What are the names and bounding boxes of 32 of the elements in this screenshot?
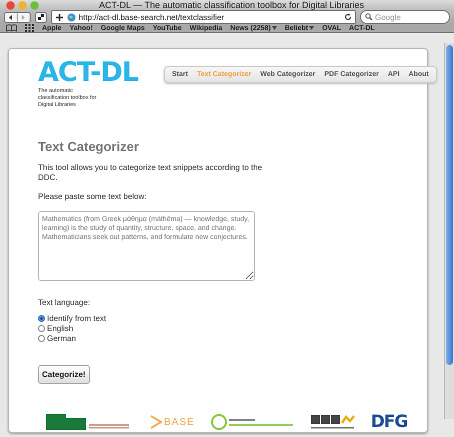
book-icon[interactable] [6, 24, 17, 32]
prompt-label: Please paste some text below: [38, 192, 148, 202]
address-field[interactable]: http://act-dl.base-search.net/textclassifier [50, 10, 356, 24]
globe-icon [66, 12, 76, 22]
back-forward-icon[interactable] [4, 12, 31, 22]
dropdown-arrow-icon[interactable] [272, 26, 277, 30]
radio-button[interactable] [38, 315, 45, 322]
window-title: ACT-DL — The automatic classification toolbox for Digital Libraries [98, 0, 366, 10]
department-logo[interactable] [210, 414, 295, 430]
page-heading: Text Categorizer [38, 139, 140, 154]
search-icon [365, 13, 373, 21]
url-text: http://act-dl.base-search.net/textclassifier [78, 12, 226, 22]
intro-text: This tool allows you to categorize text snippets according to the DDC. [38, 163, 264, 183]
add-icon[interactable] [54, 12, 64, 22]
radio-label[interactable]: English [47, 324, 74, 333]
asv-logo[interactable] [310, 414, 355, 430]
categorize-button[interactable]: Categorize! [38, 365, 90, 384]
search-field[interactable]: Google [360, 10, 450, 24]
grid-icon[interactable] [25, 24, 34, 32]
language-label: Text language: [38, 298, 92, 308]
radio-button[interactable] [38, 325, 45, 332]
reload-icon[interactable] [344, 13, 352, 21]
radio-label[interactable]: German [47, 334, 76, 343]
window-icon[interactable] [34, 12, 47, 22]
close-icon[interactable] [6, 0, 15, 10]
scrollbar[interactable] [444, 43, 454, 419]
radio-label[interactable]: Identify from text [47, 314, 106, 323]
logo-title: ACT-DL [38, 58, 138, 88]
radio-button[interactable] [38, 335, 45, 342]
search-input[interactable]: Google [375, 12, 445, 22]
dropdown-arrow-icon[interactable] [309, 26, 314, 30]
dfg-logo[interactable]: DFG [370, 412, 408, 432]
